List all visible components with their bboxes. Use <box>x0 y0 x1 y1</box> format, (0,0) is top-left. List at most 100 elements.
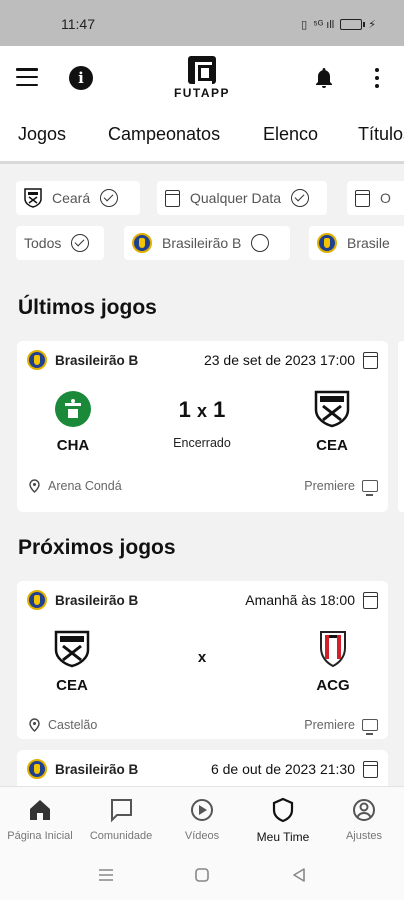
system-nav-bar <box>0 848 404 900</box>
calendar-icon <box>355 189 370 207</box>
chat-icon <box>111 799 132 823</box>
nav-settings[interactable]: Ajustes <box>324 797 404 842</box>
status-time: 11:47 <box>61 16 95 32</box>
home-team[interactable]: CHA <box>33 389 113 454</box>
match-vs: x <box>197 649 207 666</box>
ceara-crest-icon <box>52 629 92 669</box>
nav-label: Vídeos <box>184 830 220 842</box>
tv-icon <box>362 719 378 735</box>
filter-chip-all[interactable]: Todos <box>16 226 104 260</box>
nav-videos[interactable]: Vídeos <box>162 797 242 842</box>
match-score: 1 x 1 <box>162 397 242 423</box>
tab-campeonatos[interactable]: Campeonatos <box>108 124 220 145</box>
filter-chip-label: Brasile <box>347 235 390 251</box>
nav-label: Meu Time <box>256 830 310 844</box>
card-league: Brasileirão B <box>55 592 139 608</box>
filter-chip-date[interactable]: Qualquer Data <box>157 181 327 215</box>
bottom-nav: Página Inicial Comunidade Vídeos Meu Tim… <box>0 786 404 848</box>
team-code: ACG <box>316 677 350 694</box>
home-team[interactable]: CEA <box>32 629 112 694</box>
card-datetime: 23 de set de 2023 17:00 <box>203 352 355 368</box>
filter-chip-league[interactable]: Brasileirão B <box>124 226 290 260</box>
broadcaster-name: Premiere <box>304 718 355 732</box>
user-circle-icon <box>353 799 375 821</box>
nav-my-team[interactable]: Meu Time <box>243 797 323 844</box>
home-button-icon[interactable] <box>195 868 209 882</box>
location-pin-icon <box>29 718 40 732</box>
chapecoense-crest-icon <box>53 389 93 429</box>
ceara-crest-icon <box>24 188 42 208</box>
nav-community[interactable]: Comunidade <box>81 797 161 842</box>
filter-chip-label: Ceará <box>52 190 91 206</box>
venue-name: Arena Condá <box>48 479 122 493</box>
match-status: Encerrado <box>173 436 231 450</box>
filter-chip-label: Brasileirão B <box>162 235 242 251</box>
away-team[interactable]: ACG <box>293 629 373 694</box>
card-datetime: 6 de out de 2023 21:30 <box>210 761 355 777</box>
match-card-next-1[interactable]: Brasileirão B Amanhã às 18:00 CEA x ACG … <box>17 581 388 739</box>
tab-jogos[interactable]: Jogos <box>18 124 66 145</box>
battery-icon <box>340 19 366 30</box>
tab-titulos[interactable]: Títulos <box>358 124 404 145</box>
play-icon <box>191 799 213 821</box>
status-bar: 11:47 ▯ ⁵ᴳ ıll ⚡ <box>0 0 404 46</box>
score-separator: x <box>196 401 207 421</box>
nav-label: Comunidade <box>89 830 153 842</box>
match-broadcast: Premiere <box>304 479 378 496</box>
brasileirao-trophy-icon <box>27 350 47 370</box>
check-circle-icon <box>100 189 119 207</box>
match-card-next-2[interactable]: Brasileirão B 6 de out de 2023 21:30 <box>17 750 388 790</box>
signal-icon: ⁵ᴳ ıll <box>313 18 335 31</box>
team-code: CEA <box>316 437 348 454</box>
app-logo: FUTAPP <box>166 56 238 100</box>
away-team[interactable]: CEA <box>292 389 372 454</box>
nav-label: Página Inicial <box>7 830 73 842</box>
match-broadcast: Premiere <box>304 718 378 735</box>
match-venue: Arena Condá <box>29 479 122 493</box>
info-icon[interactable]: i <box>69 66 93 90</box>
section-title-next-games: Próximos jogos <box>18 536 176 559</box>
calendar-icon[interactable] <box>363 351 378 369</box>
check-circle-icon <box>291 189 310 207</box>
match-card-last[interactable]: Brasileirão B 23 de set de 2023 17:00 CH… <box>17 341 388 512</box>
brasileirao-trophy-icon <box>27 759 47 779</box>
nav-home[interactable]: Página Inicial <box>0 797 80 842</box>
match-venue: Castelão <box>29 718 97 732</box>
team-code: CEA <box>56 677 88 694</box>
check-circle-icon <box>71 234 90 252</box>
tv-icon <box>362 480 378 496</box>
score-away: 1 <box>213 397 226 422</box>
calendar-icon[interactable] <box>363 591 378 609</box>
filter-chip-league-extra[interactable]: Brasile <box>309 226 404 260</box>
vibrate-icon: ▯ <box>301 19 308 31</box>
filter-chip-label: Qualquer Data <box>190 190 282 206</box>
location-pin-icon <box>29 479 40 493</box>
brasileirao-trophy-icon <box>132 233 152 253</box>
back-icon[interactable] <box>292 868 306 882</box>
next-card-peek[interactable] <box>398 341 404 512</box>
filter-chip-date-extra[interactable]: O <box>347 181 404 215</box>
menu-icon[interactable] <box>16 68 38 86</box>
card-league: Brasileirão B <box>55 761 139 777</box>
calendar-icon[interactable] <box>363 760 378 778</box>
filter-chip-label: Todos <box>24 235 62 251</box>
recent-apps-icon[interactable] <box>98 868 114 882</box>
card-header: Brasileirão B 6 de out de 2023 21:30 <box>27 758 378 780</box>
venue-name: Castelão <box>48 718 98 732</box>
broadcaster-name: Premiere <box>304 479 355 493</box>
app-header: i FUTAPP <box>0 46 404 110</box>
nav-label: Ajustes <box>345 830 383 842</box>
logo-text: FUTAPP <box>173 86 231 100</box>
bell-icon[interactable] <box>312 66 336 90</box>
tab-bar: Jogos Campeonatos Elenco Títulos <box>0 110 404 164</box>
tab-elenco[interactable]: Elenco <box>263 124 318 145</box>
card-league: Brasileirão B <box>55 352 139 368</box>
empty-circle-icon <box>251 234 270 252</box>
more-options-icon[interactable] <box>374 68 380 88</box>
filter-chip-team[interactable]: Ceará <box>16 181 140 215</box>
ceara-crest-icon <box>312 389 352 429</box>
calendar-icon <box>165 189 180 207</box>
brasileirao-trophy-icon <box>27 590 47 610</box>
section-title-last-games: Últimos jogos <box>18 296 157 319</box>
active-tab-indicator <box>0 161 90 164</box>
